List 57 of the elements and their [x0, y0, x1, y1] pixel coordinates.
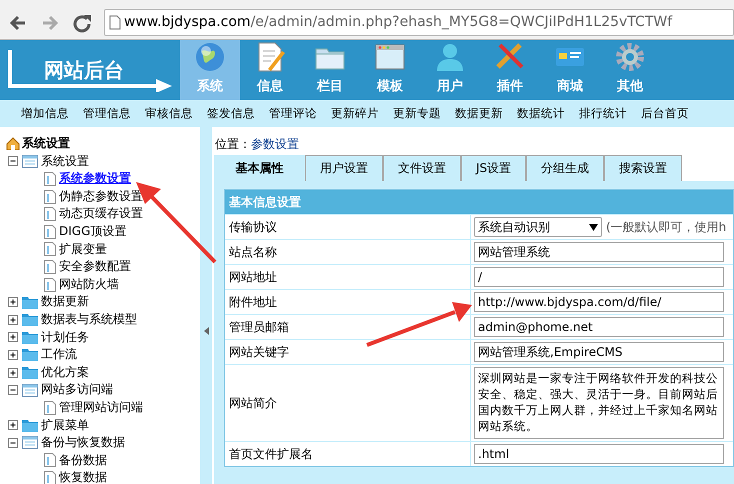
tree-item[interactable]: 工作流 [41, 346, 77, 364]
address-bar[interactable]: www.bjdyspa.com/e/admin/admin.php?ehash_MY5G8=QWCJiIPdH1L25vTCTWf [104, 9, 734, 36]
input-field[interactable]: admin@phome.net [474, 317, 724, 337]
select-field[interactable]: 系统自动识别 [474, 217, 602, 237]
tree-item[interactable]: DIGG顶设置 [59, 222, 126, 241]
tab[interactable]: 分组生成 [526, 155, 604, 181]
menu-link[interactable]: 数据更新 [448, 104, 510, 122]
field-label: 传输协议 [225, 215, 471, 239]
tree-item[interactable]: 安全参数配置 [59, 258, 131, 276]
menu-link[interactable]: 管理评论 [262, 104, 324, 122]
tree-item[interactable]: 管理网站访问端 [59, 398, 143, 416]
section-header: 基本信息设置 [225, 190, 733, 214]
tree-item[interactable]: 恢复数据 [59, 469, 107, 484]
menu-link[interactable]: 排行统计 [572, 104, 634, 122]
field-label: 站点名称 [225, 240, 471, 264]
field-label: 网站简介 [225, 365, 471, 441]
tree-item[interactable]: 系统设置 [41, 152, 89, 170]
menu-link[interactable]: 后台首页 [634, 104, 696, 122]
logo-text: 网站后台 [44, 57, 124, 84]
tab[interactable]: 用户设置 [305, 155, 383, 181]
tab[interactable]: JS设置 [461, 155, 526, 181]
tree-item[interactable]: 扩展菜单 [41, 416, 89, 434]
tab[interactable]: 文件设置 [383, 155, 461, 181]
input-field[interactable]: 网站管理系统 [474, 242, 724, 262]
tree-item[interactable]: 系统参数设置 [59, 170, 131, 188]
tab[interactable]: 搜索设置 [604, 155, 682, 181]
tree-title: 系统设置 [22, 135, 70, 152]
menu-link[interactable]: 增加信息 [14, 104, 76, 122]
field-label: 首页文件扩展名 [225, 442, 471, 466]
tab[interactable]: 基本属性 [214, 155, 305, 181]
menu-link[interactable]: 更新专题 [386, 104, 448, 122]
tree-item[interactable]: 计划任务 [41, 328, 89, 346]
menu-link[interactable]: 更新碎片 [324, 104, 386, 122]
menu-link[interactable]: 审核信息 [138, 104, 200, 122]
tree-item[interactable]: 网站防火墙 [59, 276, 119, 294]
menu-link[interactable]: 管理信息 [76, 104, 138, 122]
tree-item[interactable]: 优化方案 [41, 364, 89, 382]
tree-item[interactable]: 网站多访问端 [41, 381, 113, 399]
hint-text: (一般默认即可，使用h [606, 219, 726, 236]
menu-link[interactable]: 数据统计 [510, 104, 572, 122]
tree-item[interactable]: 数据表与系统模型 [41, 310, 137, 329]
tree-item[interactable]: 备份与恢复数据 [41, 434, 125, 452]
input-field[interactable]: http://www.bjdyspa.com/d/file/ [474, 292, 724, 312]
menu-link[interactable]: 签发信息 [200, 104, 262, 122]
textarea-field[interactable]: 深圳网站是一家专注于网络软件开发的科技公 安全、稳定、强大、灵活于一身。目前网站后 国内数千万上网人群，并经过上千家知名网站 网站系统。 [474, 367, 724, 439]
tree-item[interactable]: 扩展变量 [59, 240, 107, 258]
tree-item[interactable]: 备份数据 [59, 452, 107, 470]
tree-item[interactable]: 动态页缓存设置 [59, 205, 143, 223]
breadcrumb-label: 位置： [215, 137, 251, 151]
field-label: 网站地址 [225, 265, 471, 289]
url-text: www.bjdyspa.com/e/admin/admin.php?ehash_MY5G8=QWCJiIPdH1L25vTCTWf [124, 13, 672, 32]
input-field[interactable]: / [474, 267, 724, 287]
input-field[interactable]: .html [474, 444, 724, 464]
field-label: 网站关键字 [225, 340, 471, 364]
breadcrumb-link[interactable]: 参数设置 [251, 137, 299, 151]
tree-item[interactable]: 数据更新 [41, 293, 89, 311]
input-field[interactable]: 网站管理系统,EmpireCMS [474, 342, 724, 362]
